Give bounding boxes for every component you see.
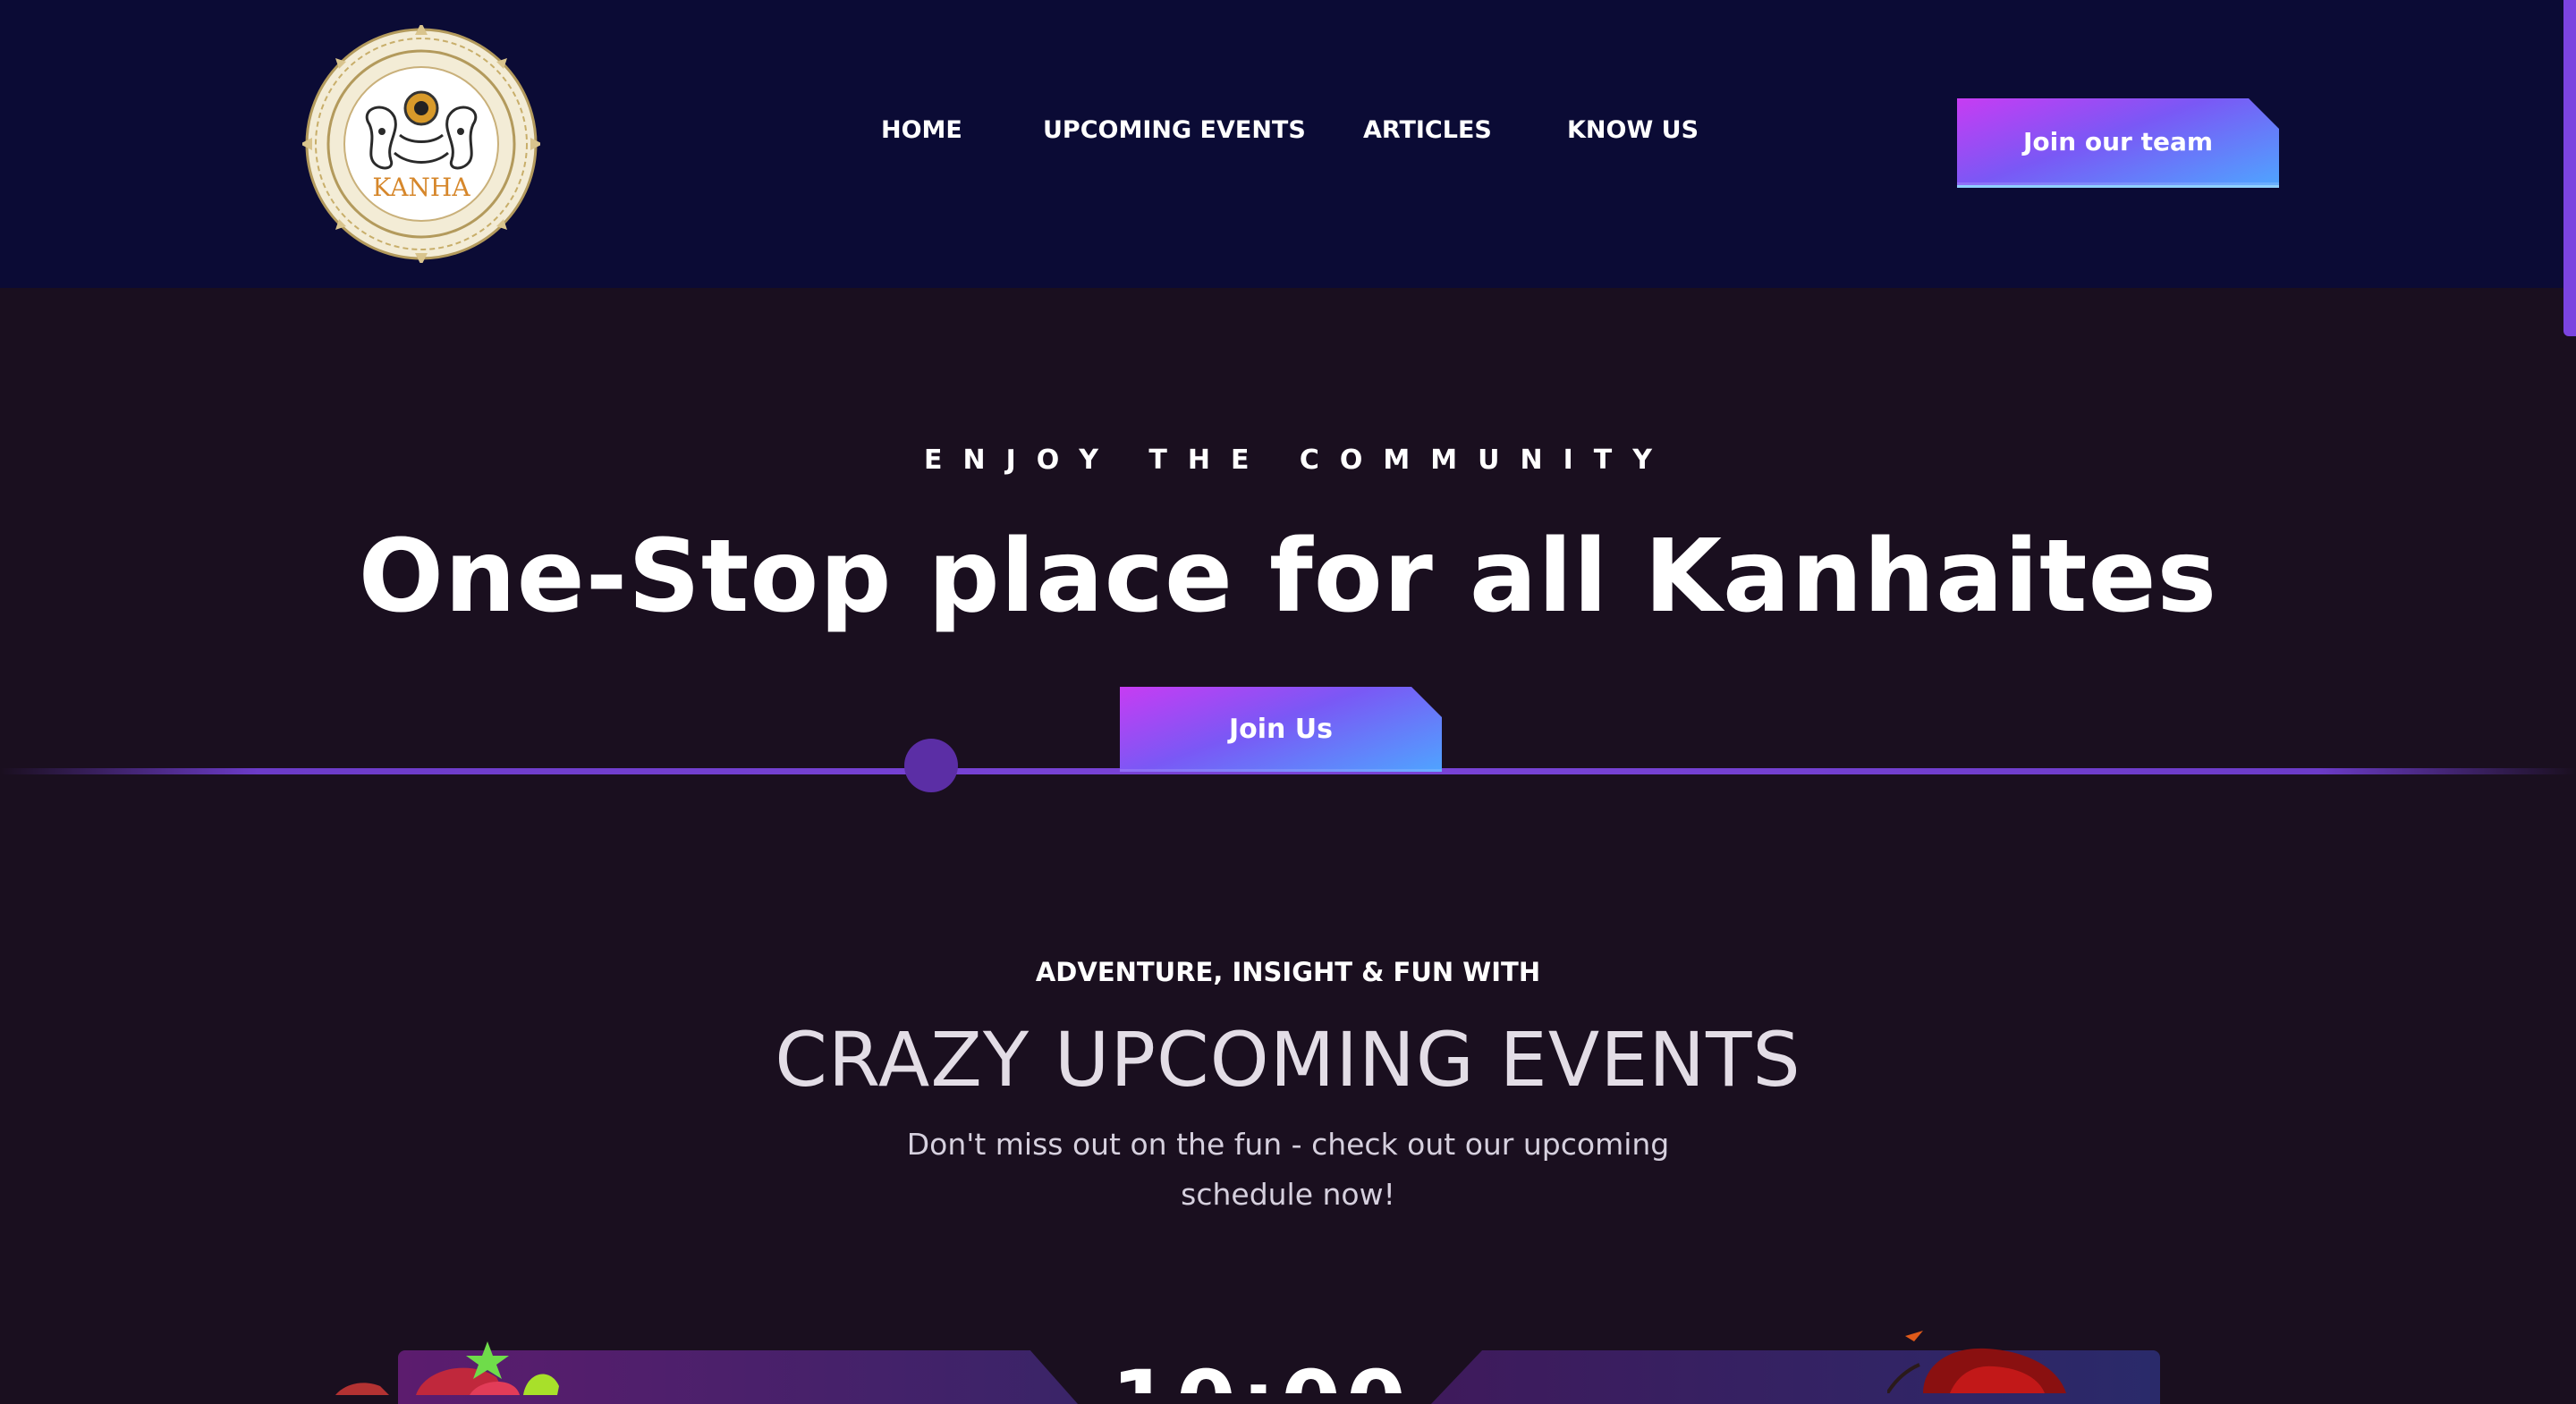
hero-title: One-Stop place for all Kanhaites — [358, 519, 2218, 635]
svg-text:KANHA: KANHA — [372, 173, 470, 202]
event-artwork-left — [335, 1341, 559, 1395]
nav-upcoming-events[interactable]: UPCOMING EVENTS — [1043, 113, 1306, 148]
join-us-button[interactable]: Join Us — [1120, 687, 1442, 772]
hero-divider-dot — [904, 739, 958, 792]
site-header: KANHA HOME UPCOMING EVENTS ARTICLES KNOW… — [0, 0, 2576, 288]
events-description: Don't miss out on the fun - check out ou… — [906, 1127, 1670, 1212]
nav-articles[interactable]: ARTICLES — [1363, 113, 1492, 148]
scrollbar-thumb[interactable] — [2563, 0, 2576, 336]
event-artwork-right — [1887, 1331, 2066, 1393]
events-eyebrow: ADVENTURE, INSIGHT & FUN WITH — [1035, 957, 1541, 987]
nav-home[interactable]: HOME — [881, 113, 962, 148]
event-time: 10:00 — [1109, 1357, 1413, 1393]
kanha-logo[interactable]: KANHA — [302, 25, 540, 263]
events-title: CRAZY UPCOMING EVENTS — [775, 1016, 1801, 1104]
join-our-team-button[interactable]: Join our team — [1957, 98, 2279, 188]
hero-eyebrow: ENJOY THE COMMUNITY — [924, 444, 1673, 476]
nav-know-us[interactable]: KNOW US — [1567, 113, 1699, 148]
